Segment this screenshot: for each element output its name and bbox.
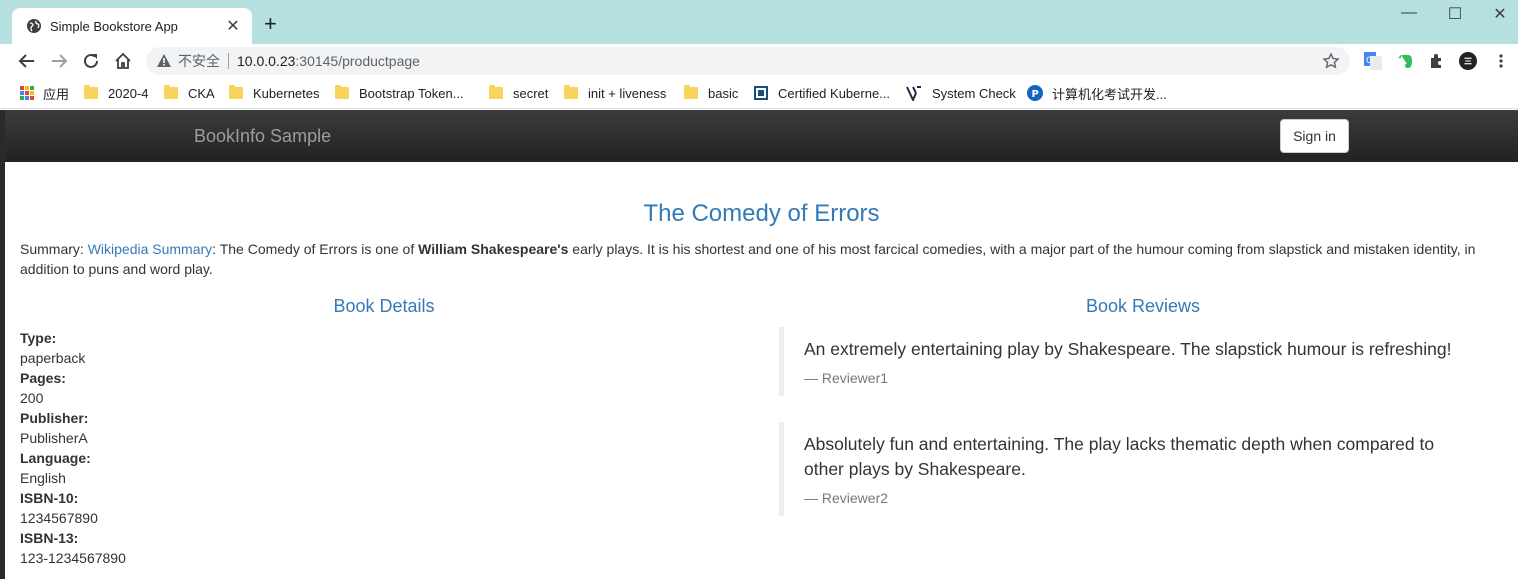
book-details-heading: Book Details [333,296,435,316]
review-card: Absolutely fun and entertaining. The pla… [779,422,1479,516]
p-logo-icon: P [1027,85,1043,101]
folder-icon [229,85,243,99]
globe-icon [26,18,42,34]
evernote-extension-icon[interactable] [1397,52,1415,70]
bookmark-folder-bootstrap-token[interactable]: Bootstrap Token... [335,84,464,102]
url-host: 10.0.0.23 [237,53,296,69]
folder-icon [164,85,178,99]
bookmark-label: 2020-4 [108,85,149,101]
minimize-icon[interactable]: — [1394,4,1424,22]
detail-label: ISBN-10: [20,490,79,506]
bookmark-label: 计算机化考试开发... [1052,86,1167,102]
detail-label: ISBN-13: [20,530,79,546]
detail-value: English [20,470,66,486]
review-author: — Reviewer2 [804,490,889,506]
divider [228,53,229,69]
translate-extension-icon[interactable]: G [1364,52,1382,70]
warning-icon[interactable] [156,53,172,69]
close-window-icon[interactable]: ✕ [1485,4,1515,24]
bookmark-label: secret [513,85,549,101]
folder-icon [84,85,98,99]
puzzle-extensions-icon[interactable] [1428,52,1446,70]
bookmark-label: Bootstrap Token... [359,85,464,101]
svg-text:P: P [1032,89,1039,100]
insecure-label: 不安全 [178,53,220,69]
detail-label: Publisher: [20,410,89,426]
detail-value: 200 [20,390,44,406]
summary-author: William Shakespeare's [418,241,569,257]
bookmark-label: basic [708,85,739,101]
bookmark-system-check[interactable]: System Check [906,84,1016,102]
book-summary: Summary: Wikipedia Summary: The Comedy o… [20,239,1500,279]
wikipedia-summary-link[interactable]: Wikipedia Summary [88,241,212,257]
review-text: An extremely entertaining play by Shakes… [804,339,1452,359]
review-card: An extremely entertaining play by Shakes… [779,327,1479,396]
app-brand[interactable]: BookInfo Sample [194,126,331,147]
detail-value: 123-1234567890 [20,550,126,566]
close-tab-icon[interactable]: ✕ [224,16,242,36]
bookmark-label: CKA [188,85,215,101]
new-tab-button[interactable]: + [264,12,277,36]
review-text: Absolutely fun and entertaining. The pla… [804,434,1435,479]
detail-value: 1234567890 [20,510,98,526]
detail-value: PublisherA [20,430,88,446]
bookmark-folder-kubernetes[interactable]: Kubernetes [229,84,320,102]
tab-strip: Simple Bookstore App ✕ + — ☐ ✕ [0,0,1518,44]
bookmark-certified-kubernetes[interactable]: Certified Kuberne... [754,84,890,102]
bookmark-label: 应用 [43,86,70,102]
bookmark-label: Certified Kuberne... [778,85,891,101]
bookmark-folder-basic[interactable]: basic [684,84,738,102]
tab-title: Simple Bookstore App [50,18,178,34]
tab-simple-bookstore[interactable]: Simple Bookstore App ✕ [12,8,252,44]
product-page: The Comedy of Errors Summary: Wikipedia … [5,162,1518,579]
maximize-icon[interactable]: ☐ [1440,4,1470,24]
detail-label: Type: [20,330,57,346]
book-details-list: Type: paperback Pages: 200 Publisher: Pu… [20,328,126,568]
folder-icon [335,85,349,99]
review-author: — Reviewer1 [804,370,889,386]
apps-grid-icon [20,86,34,100]
site-favicon [754,86,768,100]
forward-icon[interactable] [47,49,71,73]
bookmark-folder-init-liveness[interactable]: init + liveness [564,84,666,102]
folder-icon [684,85,698,99]
bookmark-apps[interactable]: 应用 [20,84,69,102]
browser-toolbar: 不安全 10.0.0.23:30145/productpage G [0,44,1518,77]
back-icon[interactable] [15,49,39,73]
home-icon[interactable] [111,49,135,73]
bookmark-folder-2020-4[interactable]: 2020-4 [84,84,148,102]
sign-in-button[interactable]: Sign in [1280,119,1349,153]
folder-icon [564,85,578,99]
bookmark-folder-secret[interactable]: secret [489,84,548,102]
app-navbar: BookInfo Sample Sign in [5,110,1518,162]
book-title: The Comedy of Errors [643,200,880,227]
v-logo-icon [906,85,922,101]
summary-label: Summary: [20,241,88,257]
address-bar[interactable]: 不安全 10.0.0.23:30145/productpage [146,47,1350,75]
svg-text:G: G [1366,56,1373,66]
summary-text-pre: : The Comedy of Errors is one of [212,241,419,257]
reload-icon[interactable] [79,49,103,73]
bookmarks-bar: 应用 2020-4 CKA Kubernetes Bootstrap Token… [0,77,1518,109]
bookmark-label: System Check [932,85,1016,101]
detail-label: Pages: [20,370,66,386]
bookmark-label: Kubernetes [253,85,320,101]
url-path: :30145/productpage [295,53,420,69]
bookmark-star-icon[interactable] [1322,52,1340,70]
menu-kebab-icon[interactable] [1492,52,1510,70]
bookmark-exam-dev[interactable]: P 计算机化考试开发... [1027,84,1167,102]
folder-icon [489,85,503,99]
book-reviews-heading: Book Reviews [1085,296,1201,316]
detail-label: Language: [20,450,91,466]
profile-avatar[interactable] [1459,52,1477,70]
bookmark-folder-cka[interactable]: CKA [164,84,215,102]
bookmark-label: init + liveness [588,85,667,101]
detail-value: paperback [20,350,86,366]
